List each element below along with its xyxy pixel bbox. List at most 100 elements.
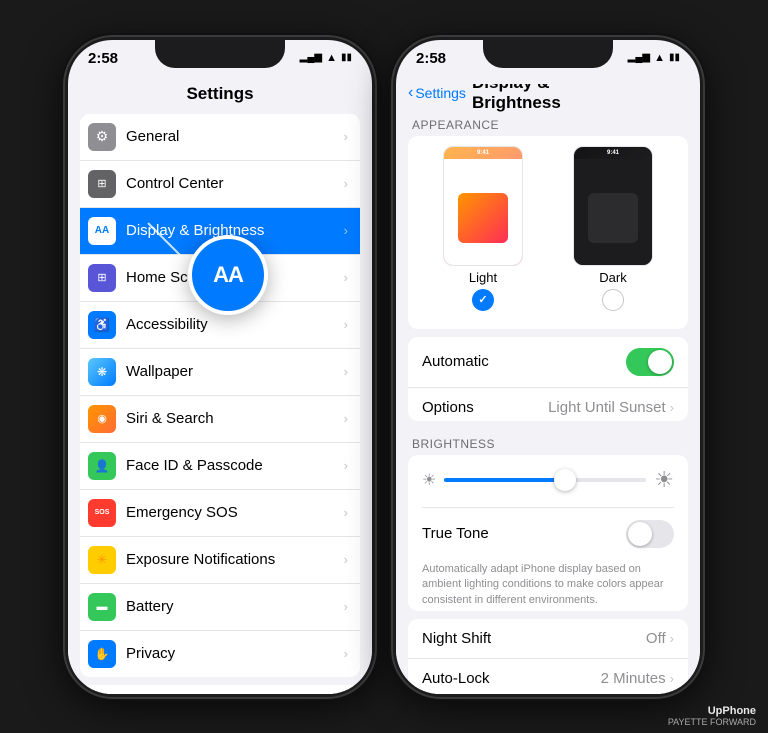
toggle-thumb bbox=[648, 350, 672, 374]
settings-item-emergency-sos[interactable]: SOS Emergency SOS › bbox=[80, 490, 360, 537]
light-statusbar: 9:41 bbox=[444, 147, 522, 159]
control-center-label: Control Center bbox=[126, 175, 344, 192]
checkmark-icon: ✓ bbox=[478, 293, 487, 306]
night-shift-value: Off bbox=[646, 630, 666, 647]
left-phone: 2:58 ▂▄▆ ▲ ▮▮ Settings ⚙ General bbox=[65, 37, 375, 697]
true-tone-row: True Tone bbox=[422, 507, 674, 556]
emergency-sos-label: Emergency SOS bbox=[126, 504, 344, 521]
wifi-icon: ▲ bbox=[326, 52, 337, 64]
options-chevron: › bbox=[670, 400, 674, 415]
light-preview: 9:41 bbox=[443, 146, 523, 266]
display-nav-title: Display & Brightness bbox=[472, 84, 624, 113]
automatic-toggle[interactable] bbox=[626, 348, 674, 376]
general-icon: ⚙ bbox=[88, 123, 116, 151]
settings-item-control-center[interactable]: ⊞ Control Center › bbox=[80, 161, 360, 208]
sun-large-icon: ☀ bbox=[654, 467, 674, 493]
settings-item-general[interactable]: ⚙ General › bbox=[80, 114, 360, 161]
wallpaper-chevron: › bbox=[344, 364, 348, 379]
true-tone-thumb bbox=[628, 522, 652, 546]
dark-time: 9:41 bbox=[607, 150, 619, 156]
night-shift-row[interactable]: Night Shift Off › bbox=[408, 619, 688, 659]
back-label: Settings bbox=[415, 85, 466, 101]
exposure-label: Exposure Notifications bbox=[126, 551, 344, 568]
settings-item-wallpaper[interactable]: ❋ Wallpaper › bbox=[80, 349, 360, 396]
night-shift-label: Night Shift bbox=[422, 630, 646, 647]
options-row[interactable]: Options Light Until Sunset › bbox=[408, 388, 688, 421]
settings-item-app-store[interactable]: A App Store › bbox=[80, 685, 360, 694]
automatic-options-section: Automatic Options Light Until Sunset › bbox=[408, 337, 688, 421]
bottom-section: Night Shift Off › Auto-Lock 2 Minutes › bbox=[408, 619, 688, 693]
privacy-label: Privacy bbox=[126, 645, 344, 662]
slider-thumb bbox=[554, 469, 576, 491]
aa-line bbox=[128, 213, 198, 275]
watermark-line2: PAYETTE FORWARD bbox=[668, 717, 756, 727]
siri-chevron: › bbox=[344, 411, 348, 426]
status-time-left: 2:58 bbox=[88, 48, 118, 67]
face-id-chevron: › bbox=[344, 458, 348, 473]
settings-item-face-id[interactable]: 👤 Face ID & Passcode › bbox=[80, 443, 360, 490]
slider-fill bbox=[444, 478, 565, 482]
auto-lock-label: Auto-Lock bbox=[422, 670, 601, 687]
settings-item-privacy[interactable]: ✋ Privacy › bbox=[80, 631, 360, 677]
brightness-slider[interactable] bbox=[444, 478, 646, 482]
control-center-chevron: › bbox=[344, 176, 348, 191]
automatic-row[interactable]: Automatic bbox=[408, 337, 688, 388]
display-nav-bar: ‹ Settings Display & Brightness bbox=[396, 84, 700, 110]
settings-item-siri[interactable]: ◉ Siri & Search › bbox=[80, 396, 360, 443]
status-icons-left: ▂▄▆ ▲ ▮▮ bbox=[300, 48, 352, 64]
true-tone-description: Automatically adapt iPhone display based… bbox=[422, 562, 674, 608]
settings-title: Settings bbox=[68, 84, 372, 114]
battery-icon: ▮▮ bbox=[341, 52, 352, 63]
back-chevron-icon: ‹ bbox=[408, 84, 413, 102]
light-label: Light bbox=[469, 270, 497, 285]
signal-icon-right: ▂▄▆ bbox=[628, 52, 650, 63]
signal-icon: ▂▄▆ bbox=[300, 52, 322, 63]
auto-lock-value: 2 Minutes bbox=[601, 670, 666, 687]
battery-chevron: › bbox=[344, 599, 348, 614]
dark-unselected-indicator bbox=[602, 289, 624, 311]
face-id-label: Face ID & Passcode bbox=[126, 457, 344, 474]
privacy-chevron: › bbox=[344, 646, 348, 661]
auto-lock-row[interactable]: Auto-Lock 2 Minutes › bbox=[408, 659, 688, 693]
appearance-header: APPEARANCE bbox=[396, 110, 700, 136]
wifi-icon-right: ▲ bbox=[654, 52, 665, 64]
battery-icon-right: ▮▮ bbox=[669, 52, 680, 63]
settings-item-battery[interactable]: ▬ Battery › bbox=[80, 584, 360, 631]
display-chevron: › bbox=[344, 223, 348, 238]
accessibility-label: Accessibility bbox=[126, 316, 344, 333]
settings-section-2: A App Store › ▤ Wallet & Apple Pay › bbox=[80, 685, 360, 694]
display-screen: ‹ Settings Display & Brightness APPEARAN… bbox=[396, 84, 700, 694]
light-time: 9:41 bbox=[477, 150, 489, 156]
appearance-row: 9:41 Light ✓ bbox=[418, 146, 678, 311]
dark-statusbar: 9:41 bbox=[574, 147, 652, 159]
notch-left bbox=[155, 40, 285, 68]
exposure-chevron: › bbox=[344, 552, 348, 567]
back-button[interactable]: ‹ Settings bbox=[408, 84, 466, 102]
sun-small-icon: ☀ bbox=[422, 470, 436, 490]
wallpaper-label: Wallpaper bbox=[126, 363, 344, 380]
exposure-icon: ✳ bbox=[88, 546, 116, 574]
appearance-option-dark[interactable]: 9:41 Dark bbox=[573, 146, 653, 311]
emergency-sos-icon: SOS bbox=[88, 499, 116, 527]
brightness-card: ☀ ☀ True Tone bbox=[408, 455, 688, 611]
emergency-sos-chevron: › bbox=[344, 505, 348, 520]
accessibility-chevron: › bbox=[344, 317, 348, 332]
settings-list-left: ⚙ General › ⊞ Control Center › bbox=[68, 114, 372, 694]
brightness-header: BRIGHTNESS bbox=[396, 429, 700, 455]
general-label: General bbox=[126, 128, 344, 145]
battery-icon-left: ▬ bbox=[88, 593, 116, 621]
watermark-line1: UpPhone bbox=[668, 705, 756, 717]
wallpaper-icon: ❋ bbox=[88, 358, 116, 386]
appearance-option-light[interactable]: 9:41 Light ✓ bbox=[443, 146, 523, 311]
scene: 2:58 ▂▄▆ ▲ ▮▮ Settings ⚙ General bbox=[55, 27, 713, 707]
night-shift-chevron: › bbox=[670, 631, 674, 646]
accessibility-icon: ♿ bbox=[88, 311, 116, 339]
light-selected-indicator: ✓ bbox=[472, 289, 494, 311]
settings-section-1: ⚙ General › ⊞ Control Center › bbox=[80, 114, 360, 677]
settings-item-exposure[interactable]: ✳ Exposure Notifications › bbox=[80, 537, 360, 584]
appearance-section: 9:41 Light ✓ bbox=[408, 136, 688, 329]
home-screen-icon: ⊞ bbox=[88, 264, 116, 292]
true-tone-toggle[interactable] bbox=[626, 520, 674, 548]
home-screen-chevron: › bbox=[344, 270, 348, 285]
dark-preview: 9:41 bbox=[573, 146, 653, 266]
